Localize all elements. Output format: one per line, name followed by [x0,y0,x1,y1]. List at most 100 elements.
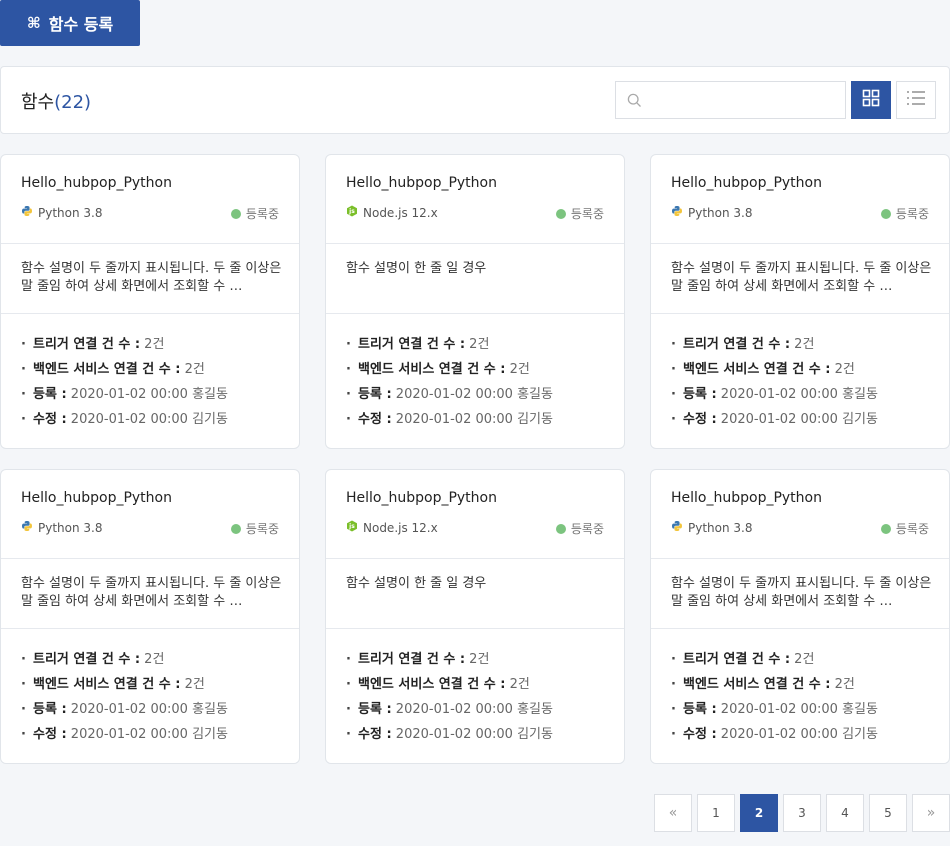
info-item: · 수정 : 2020-01-02 00:00 김기동 [21,722,291,747]
command-icon: ⌘ [26,14,41,32]
divider [1,558,299,559]
bullet-icon: · [671,727,676,742]
bullet-icon: · [346,412,351,427]
info-value: 2건 [469,337,490,352]
grid-view-icon [862,89,880,111]
last-page-button[interactable]: » [912,794,950,832]
bullet-icon: · [21,412,26,427]
divider [326,628,624,629]
page-button-1[interactable]: 1 [697,794,735,832]
page-button-4[interactable]: 4 [826,794,864,832]
function-name[interactable]: Hello_hubpop_Python [346,490,497,506]
bullet-icon: · [671,387,676,402]
bullet-icon: · [21,387,26,402]
info-item: · 등록 : 2020-01-02 00:00 홍길동 [346,382,616,407]
bullet-icon: · [346,652,351,667]
page-title: 함수(22) [21,88,91,114]
runtime: Python 3.8 [21,520,103,535]
function-card[interactable]: Hello_hubpop_Python Python 3.8 등록중 함수 설명… [650,469,950,764]
info-label: 트리거 연결 건 수 : [683,337,791,352]
bullet-icon: · [346,387,351,402]
runtime-label: Python 3.8 [38,520,103,535]
bullet-icon: · [346,337,351,352]
bullet-icon: · [21,652,26,667]
status-badge: 등록중 [880,205,929,222]
python-icon [21,205,33,220]
info-value: 2020-01-02 00:00 김기동 [720,412,878,427]
info-value: 2020-01-02 00:00 홍길동 [395,387,553,402]
info-label: 수정 : [683,727,717,742]
function-info-list: · 트리거 연결 건 수 : 2건 · 백엔드 서비스 연결 건 수 : 2건 · 등… [346,332,616,432]
info-item: · 트리거 연결 건 수 : 2건 [21,647,291,672]
divider [651,628,949,629]
bullet-icon: · [21,362,26,377]
info-label: 트리거 연결 건 수 : [33,337,141,352]
python-icon [671,205,683,220]
runtime-label: Node.js 12.x [363,205,438,220]
info-label: 트리거 연결 건 수 : [683,652,791,667]
function-description: 함수 설명이 두 줄까지 표시됩니다. 두 줄 이상은 말 줄임 하여 상세 화… [671,576,932,609]
info-value: 2건 [184,362,205,377]
info-item: · 수정 : 2020-01-02 00:00 김기동 [671,722,941,747]
info-item: · 수정 : 2020-01-02 00:00 김기동 [346,407,616,432]
info-item: · 백엔드 서비스 연결 건 수 : 2건 [346,357,616,382]
info-label: 백엔드 서비스 연결 건 수 : [33,362,181,377]
divider [1,313,299,314]
info-value: 2건 [794,337,815,352]
function-card[interactable]: Hello_hubpop_Python Python 3.8 등록중 함수 설명… [0,469,300,764]
divider [1,628,299,629]
info-value: 2건 [794,652,815,667]
info-value: 2020-01-02 00:00 김기동 [395,727,553,742]
info-label: 수정 : [683,412,717,427]
function-card[interactable]: Hello_hubpop_Python js Node.js 12.x 등록중 … [325,154,625,449]
register-function-button[interactable]: ⌘ 함수 등록 [0,0,140,46]
function-card[interactable]: Hello_hubpop_Python js Node.js 12.x 등록중 … [325,469,625,764]
info-label: 백엔드 서비스 연결 건 수 : [33,677,181,692]
list-view-button[interactable] [896,81,936,119]
function-name[interactable]: Hello_hubpop_Python [346,175,497,191]
info-value: 2020-01-02 00:00 김기동 [70,412,228,427]
status-badge: 등록중 [230,205,279,222]
info-value: 2건 [184,677,205,692]
search-input[interactable] [650,88,840,112]
divider [651,243,949,244]
function-card[interactable]: Hello_hubpop_Python Python 3.8 등록중 함수 설명… [650,154,950,449]
grid-view-button[interactable] [851,81,891,119]
function-card[interactable]: Hello_hubpop_Python Python 3.8 등록중 함수 설명… [0,154,300,449]
search-box[interactable] [615,81,846,119]
status-dot-icon [880,523,891,534]
page-button-3[interactable]: 3 [783,794,821,832]
function-name[interactable]: Hello_hubpop_Python [21,490,172,506]
function-name[interactable]: Hello_hubpop_Python [671,490,822,506]
bullet-icon: · [21,677,26,692]
bullet-icon: · [346,702,351,717]
info-item: · 수정 : 2020-01-02 00:00 김기동 [21,407,291,432]
pagination: «1 2 3 4 5» [654,794,950,832]
page-button-5[interactable]: 5 [869,794,907,832]
function-info-list: · 트리거 연결 건 수 : 2건 · 백엔드 서비스 연결 건 수 : 2건 · 등… [21,647,291,747]
runtime: js Node.js 12.x [346,205,438,220]
info-item: · 등록 : 2020-01-02 00:00 홍길동 [671,697,941,722]
info-item: · 트리거 연결 건 수 : 2건 [346,647,616,672]
info-label: 등록 : [358,702,392,717]
runtime-label: Python 3.8 [688,205,753,220]
page-button-2[interactable]: 2 [740,794,778,832]
info-label: 백엔드 서비스 연결 건 수 : [683,362,831,377]
divider [326,243,624,244]
info-value: 2건 [469,652,490,667]
info-value: 2건 [509,362,530,377]
info-item: · 백엔드 서비스 연결 건 수 : 2건 [671,357,941,382]
info-label: 등록 : [683,702,717,717]
bullet-icon: · [671,652,676,667]
status-label: 등록중 [570,522,604,536]
nodejs-icon: js [346,520,358,535]
runtime-label: Python 3.8 [38,205,103,220]
function-list-header: 함수(22) [0,66,950,134]
function-description: 함수 설명이 두 줄까지 표시됩니다. 두 줄 이상은 말 줄임 하여 상세 화… [21,261,282,294]
first-page-button[interactable]: « [654,794,692,832]
bullet-icon: · [346,677,351,692]
function-name[interactable]: Hello_hubpop_Python [671,175,822,191]
status-badge: 등록중 [555,520,604,537]
function-name[interactable]: Hello_hubpop_Python [21,175,172,191]
info-label: 수정 : [358,727,392,742]
